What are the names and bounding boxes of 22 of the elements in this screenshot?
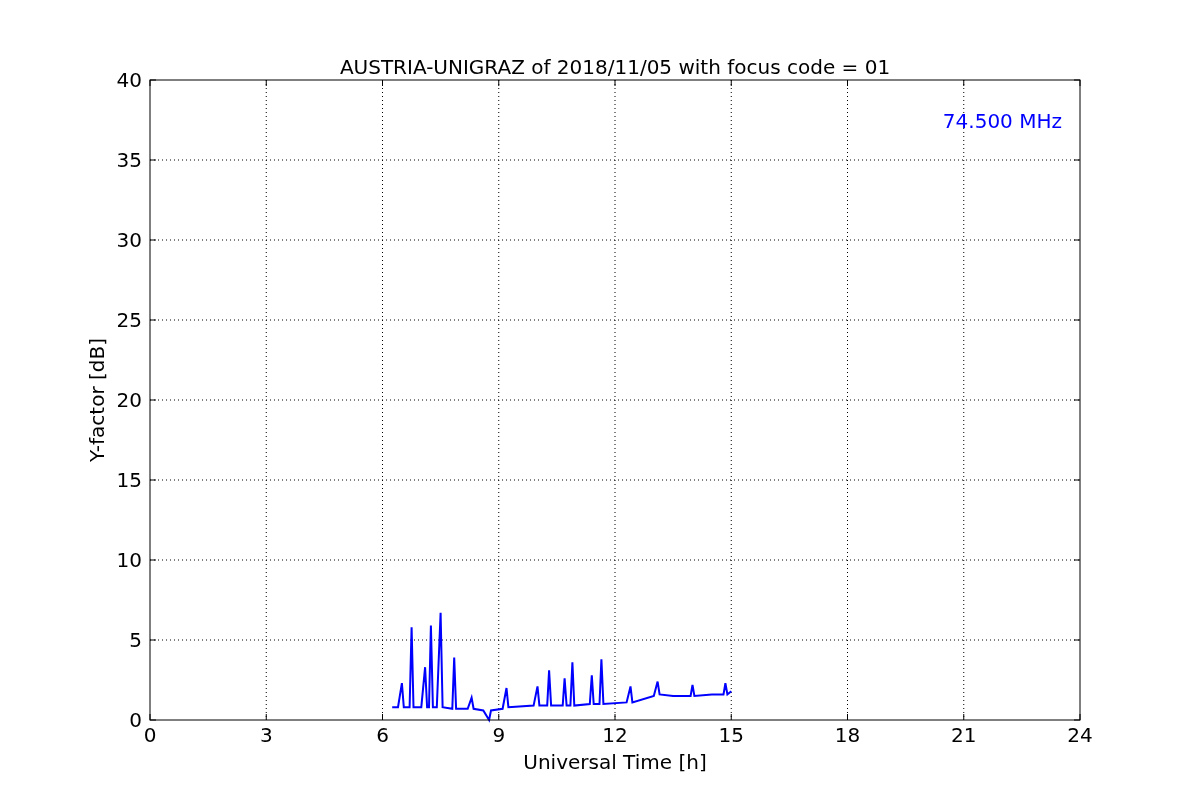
y-axis-label: Y-factor [dB] [85,338,109,462]
tick-label: 18 [834,723,861,747]
tick-label: 25 [116,308,142,332]
tick-label: 30 [116,228,142,252]
tick-label: 15 [116,468,142,492]
tick-label: 5 [129,628,142,652]
tick-label: 0 [143,723,157,747]
tick-label: 12 [602,723,628,747]
tick-label: 0 [129,708,142,732]
tick-label: 20 [116,388,142,412]
tick-label: 15 [718,723,744,747]
tick-label: 40 [116,68,142,92]
x-axis-label: Universal Time [h] [523,750,707,774]
tick-label: 3 [259,723,273,747]
chart-title: AUSTRIA-UNIGRAZ of 2018/11/05 with focus code = 01 [339,55,891,79]
frequency-annotation: 74.500 MHz [942,109,1062,133]
tick-label: 21 [951,723,977,747]
tick-label: 35 [116,148,142,172]
tick-label: 24 [1067,723,1093,747]
tick-label: 9 [492,723,506,747]
tick-label: 6 [376,723,389,747]
tick-label: 10 [116,548,142,572]
